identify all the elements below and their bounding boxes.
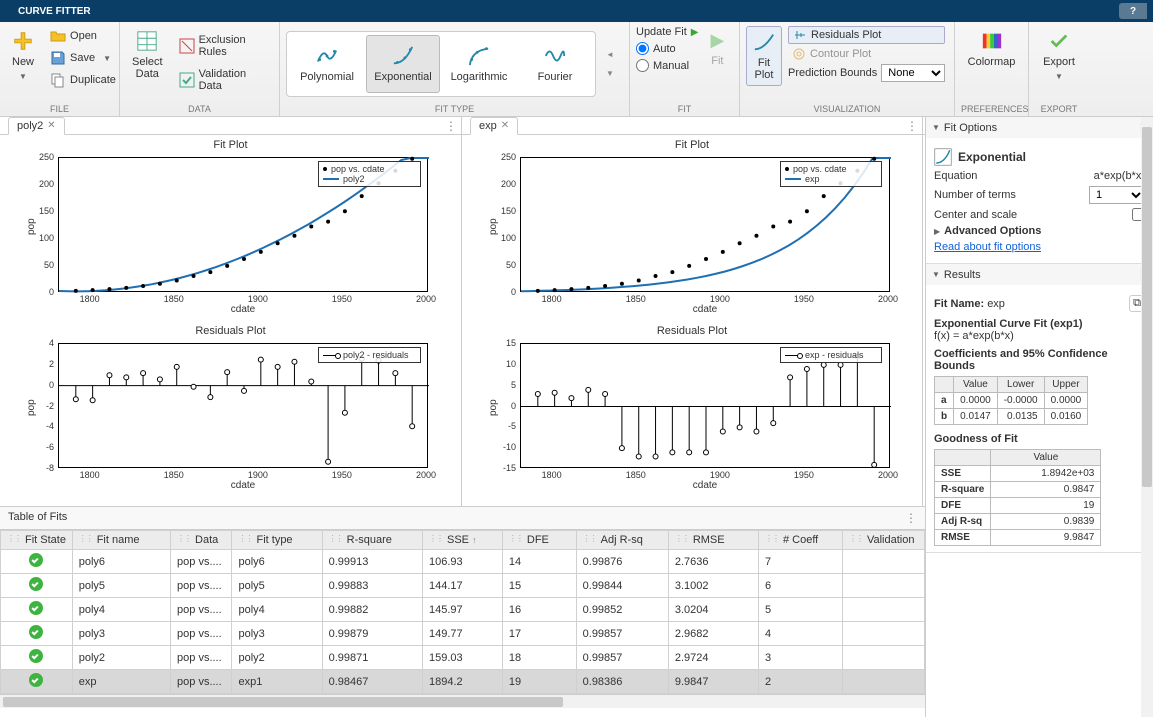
manual-radio[interactable]: Manual bbox=[636, 59, 698, 72]
fourier-icon bbox=[544, 45, 566, 67]
fit-options-help-link[interactable]: Read about fit options bbox=[934, 241, 1041, 253]
section-title: Results bbox=[944, 269, 981, 281]
expand-icon[interactable]: ▶ bbox=[934, 227, 940, 236]
plot-panel-exp: Fit Plot pop cdate1800185019001950200005… bbox=[462, 135, 923, 506]
select-data-button[interactable]: Select Data bbox=[126, 26, 169, 84]
col-header[interactable]: ⋮⋮Adj R-sq bbox=[576, 531, 668, 550]
close-icon[interactable]: ✕ bbox=[501, 120, 509, 131]
col-header[interactable]: ⋮⋮Fit State bbox=[1, 531, 73, 550]
play-icon: ▶ bbox=[710, 30, 724, 51]
open-button[interactable]: Open bbox=[46, 26, 120, 46]
colormap-button[interactable]: Colormap bbox=[962, 26, 1022, 72]
folder-open-icon bbox=[50, 28, 66, 44]
fitplot-icon bbox=[753, 31, 775, 53]
table-title: Table of Fits bbox=[8, 511, 67, 525]
table-row[interactable]: poly6pop vs....poly60.99913106.93140.998… bbox=[1, 550, 925, 574]
ok-icon bbox=[29, 673, 43, 687]
ok-icon bbox=[29, 601, 43, 615]
tab-exp[interactable]: exp✕ bbox=[470, 117, 518, 135]
table-of-fits: Table of Fits ⋮ ⋮⋮Fit State⋮⋮Fit name⋮⋮Da… bbox=[0, 507, 925, 708]
ok-icon bbox=[29, 577, 43, 591]
table-row[interactable]: exppop vs....exp10.984671894.2190.983869… bbox=[1, 670, 925, 694]
new-button[interactable]: New ▼ bbox=[6, 26, 40, 85]
col-header[interactable]: ⋮⋮RMSE bbox=[668, 531, 758, 550]
ok-icon bbox=[29, 625, 43, 639]
ok-icon bbox=[29, 553, 43, 567]
fittype-more[interactable]: ◄▼ bbox=[602, 50, 618, 78]
table-row[interactable]: poly4pop vs....poly40.99882145.97160.998… bbox=[1, 598, 925, 622]
help-button[interactable] bbox=[1119, 3, 1147, 19]
fitplot-button[interactable]: Fit Plot bbox=[746, 26, 782, 86]
col-header[interactable]: ⋮⋮Fit name bbox=[72, 531, 170, 550]
app-tab[interactable]: CURVE FITTER bbox=[6, 2, 103, 21]
exclusion-rules-button[interactable]: Exclusion Rules bbox=[175, 32, 273, 60]
section-title: Fit Options bbox=[944, 122, 997, 134]
table-row[interactable]: poly5pop vs....poly50.99883144.17150.998… bbox=[1, 574, 925, 598]
col-header[interactable]: ⋮⋮Validation bbox=[842, 531, 924, 550]
duplicate-button[interactable]: Duplicate bbox=[46, 70, 120, 90]
col-header[interactable]: ⋮⋮Fit type bbox=[232, 531, 322, 550]
residuals-plot-button[interactable]: Residuals Plot bbox=[788, 26, 945, 44]
num-terms-select[interactable]: 1 bbox=[1089, 186, 1145, 204]
contour-plot-button[interactable]: Contour Plot bbox=[788, 46, 945, 62]
advanced-options[interactable]: Advanced Options bbox=[944, 225, 1041, 237]
fittype-polynomial[interactable]: Polynomial bbox=[290, 35, 364, 93]
tab-poly2[interactable]: poly2✕ bbox=[8, 117, 65, 135]
validation-icon bbox=[179, 72, 195, 88]
save-button[interactable]: Save▼ bbox=[46, 48, 120, 68]
play-icon: ▶ bbox=[691, 27, 699, 38]
polynomial-icon bbox=[316, 45, 338, 67]
collapse-icon[interactable]: ▼ bbox=[932, 123, 940, 132]
right-panel: ▼Fit Options⋮ Exponential Equationa*exp(… bbox=[925, 117, 1153, 717]
panel-menu[interactable]: ⋮ bbox=[905, 511, 917, 525]
prediction-bounds-select[interactable]: None bbox=[881, 64, 945, 82]
residuals-icon bbox=[793, 28, 807, 42]
ok-icon bbox=[29, 649, 43, 663]
panel-menu[interactable]: ⋮ bbox=[906, 119, 918, 133]
logarithmic-icon bbox=[468, 45, 490, 67]
validation-data-button[interactable]: Validation Data bbox=[175, 66, 273, 94]
table-row[interactable]: poly3pop vs....poly30.99879149.77170.998… bbox=[1, 622, 925, 646]
plus-icon bbox=[12, 30, 34, 52]
auto-radio[interactable]: Auto bbox=[636, 42, 698, 55]
group-label: FILE bbox=[6, 102, 113, 114]
fittype-fourier[interactable]: Fourier bbox=[518, 35, 592, 93]
fit-button: ▶ Fit bbox=[704, 26, 730, 71]
save-icon bbox=[50, 50, 66, 66]
close-icon[interactable]: ✕ bbox=[47, 120, 55, 131]
col-header[interactable]: ⋮⋮R-square bbox=[322, 531, 422, 550]
table-row[interactable]: poly2pop vs....poly20.99871159.03180.998… bbox=[1, 646, 925, 670]
table-icon bbox=[136, 30, 158, 52]
check-icon bbox=[1048, 30, 1070, 52]
collapse-icon[interactable]: ▼ bbox=[932, 270, 940, 279]
vertical-scrollbar[interactable] bbox=[1141, 117, 1153, 717]
ribbon: New ▼ Open Save▼ Duplicate FILE Select D… bbox=[0, 22, 1153, 117]
export-button[interactable]: Export▼ bbox=[1037, 26, 1081, 85]
contour-icon bbox=[792, 47, 806, 61]
horizontal-scrollbar[interactable] bbox=[0, 694, 925, 708]
exclusion-icon bbox=[179, 38, 195, 54]
plot-panel-poly2: Fit Plot pop cdate1800185019001950200005… bbox=[0, 135, 462, 506]
duplicate-icon bbox=[50, 72, 66, 88]
col-header[interactable]: ⋮⋮SSE ↑ bbox=[423, 531, 503, 550]
col-header[interactable]: ⋮⋮# Coeff bbox=[758, 531, 842, 550]
exponential-icon bbox=[934, 148, 952, 166]
col-header[interactable]: ⋮⋮Data bbox=[171, 531, 232, 550]
fittype-exponential[interactable]: Exponential bbox=[366, 35, 440, 93]
panel-menu[interactable]: ⋮ bbox=[445, 119, 457, 133]
col-header[interactable]: ⋮⋮DFE bbox=[502, 531, 576, 550]
fittype-logarithmic[interactable]: Logarithmic bbox=[442, 35, 516, 93]
colormap-icon bbox=[981, 30, 1003, 52]
exponential-icon bbox=[392, 45, 414, 67]
